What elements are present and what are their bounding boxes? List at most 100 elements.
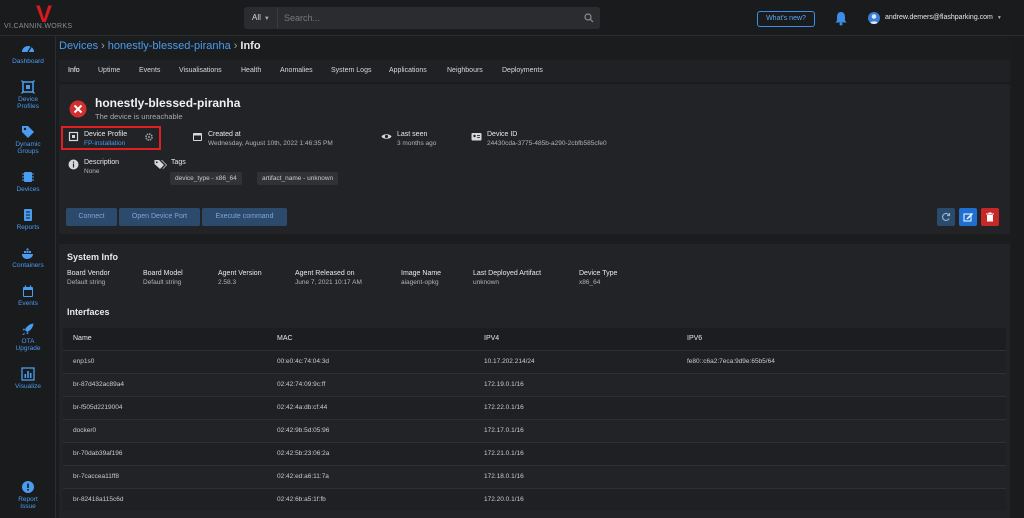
sidebar-item-reports[interactable]: Reports [0,208,56,231]
tab-uptime[interactable]: Uptime [98,60,120,82]
image-name-label: Image Name [401,270,442,277]
delete-button[interactable] [981,208,999,226]
table-row: br-82418a115c6d 02:42:6b:a5:1f:fb 172.20… [63,488,1006,511]
refresh-button[interactable] [937,208,955,226]
open-device-port-button[interactable]: Open Device Port [119,208,200,226]
tags-icon [154,160,167,169]
chevron-down-icon: ▼ [263,16,270,22]
device-profile-icon [21,80,35,94]
sidebar-item-label: Device Profiles [17,96,39,110]
breadcrumb-current: Info [240,40,261,52]
eye-icon [381,134,392,139]
breadcrumb-device[interactable]: honestly-blessed-piranha [108,40,231,52]
tab-info[interactable]: Info [68,60,80,82]
board-model-label: Board Model [143,270,183,277]
device-profile-icon [68,131,79,142]
cell-name: br-70dab39af196 [73,450,123,457]
sidebar-item-ota-upgrade[interactable]: OTA Upgrade [0,322,56,352]
sidebar-item-devices[interactable]: Devices [0,170,56,193]
cell-name: br-82418a115c6d [73,496,124,503]
sidebar-item-label: Devices [16,186,40,193]
trash-icon [986,212,994,222]
cell-ipv4: 172.18.0.1/16 [484,473,524,480]
breadcrumb-devices[interactable]: Devices [59,40,98,52]
report-icon [24,209,32,221]
tab-events[interactable]: Events [139,60,160,82]
cell-name: enp1s0 [73,358,95,365]
cell-ipv4: 172.17.0.1/16 [484,427,524,434]
last-artifact-label: Last Deployed Artifact [473,270,542,277]
system-info-field: Image Name aiagent-opkg [401,270,441,286]
bell-icon[interactable] [834,11,848,26]
system-info-field: Last Deployed Artifact unknown [473,270,541,286]
table-row: br-7caccea11ff8 02:42:ed:a6:11:7a 172.18… [63,465,1006,488]
device-profile-link[interactable]: FP-installation [84,140,125,147]
connect-button[interactable]: Connect [66,208,117,226]
system-info-panel: System Info Board Vendor Default string B… [59,244,1010,518]
sidebar-item-events[interactable]: Events [0,284,56,307]
cell-mac: 02:42:4a:db:cf:44 [277,404,328,411]
search-icon[interactable] [584,13,594,23]
search-scope-select[interactable]: All ▼ [244,7,278,29]
tab-anomalies[interactable]: Anomalies [280,60,313,82]
tab-neighbours[interactable]: Neighbours [447,60,483,82]
execute-command-button[interactable]: Execute command [202,208,287,226]
table-row: docker0 02:42:9b:5d:05:96 172.17.0.1/16 [63,419,1006,442]
chevron-down-icon: ▼ [996,15,1002,21]
user-menu[interactable]: andrew.demers@flashparking.com ▼ [868,11,1002,25]
sidebar-item-device-profiles[interactable]: Device Profiles [0,80,56,110]
sidebar-item-containers[interactable]: Containers [0,246,56,269]
tag-device-type[interactable]: device_type - x86_64 [170,172,242,185]
column-header-name: Name [73,335,92,342]
tab-bar: Info Uptime Events Visualisations Health… [59,60,1010,82]
board-vendor-value: Default string [67,279,106,286]
description-value: None [84,168,100,175]
cell-ipv4: 10.17.202.214/24 [484,358,535,365]
cell-mac: 02:42:9b:5d:05:96 [277,427,330,434]
sidebar-item-visualize[interactable]: Visualize [0,367,56,390]
edit-button[interactable] [959,208,977,226]
tab-health[interactable]: Health [241,60,261,82]
table-row: enp1s0 00:e0:4c:74:04:3d 10.17.202.214/2… [63,350,1006,373]
sidebar-item-label: Dynamic Groups [15,141,41,155]
tag-artifact-name[interactable]: artifact_name - unknown [257,172,339,185]
search-input[interactable] [284,10,564,26]
breadcrumb-separator: › [101,40,105,52]
tab-applications[interactable]: Applications [389,60,427,82]
sidebar-item-label: Visualize [15,383,41,390]
sidebar-item-dashboard[interactable]: Dashboard [0,42,56,65]
cell-name: br-f505d2219004 [73,404,123,411]
table-header: Name MAC IPV4 IPV6 [63,328,1006,350]
tab-visualisations[interactable]: Visualisations [179,60,222,82]
cell-name: br-87d432ac89a4 [73,381,124,388]
sidebar-item-label: Reports [16,224,40,231]
sidebar: Dashboard Device Profiles Dynamic Groups… [0,36,56,518]
cell-ipv4: 172.22.0.1/16 [484,404,524,411]
dashboard-icon [22,46,34,53]
sidebar-item-report-issue[interactable]: Report Issue [0,480,56,510]
board-model-value: Default string [143,279,182,286]
last-seen-label: Last seen [397,131,428,138]
cell-mac: 02:42:5b:23:06:2a [277,450,330,457]
search-scope-label: All [252,13,261,22]
sidebar-item-dynamic-groups[interactable]: Dynamic Groups [0,125,56,155]
cell-ipv4: 172.21.0.1/16 [484,450,524,457]
device-type-label: Device Type [579,270,618,277]
device-type-value: x86_64 [579,279,601,286]
gear-icon[interactable] [145,133,153,141]
tab-deployments[interactable]: Deployments [502,60,543,82]
cell-ipv4: 172.20.0.1/16 [484,496,524,503]
logo[interactable]: V VI.CANNIN.WORKS [4,2,94,32]
whats-new-button[interactable]: What's new? [757,11,815,27]
edit-icon [963,213,973,222]
sidebar-item-label: Containers [12,262,44,269]
system-info-field: Agent Version 2.58.3 [218,270,262,286]
system-info-field: Agent Released on June 7, 2021 10:17 AM [295,270,362,286]
user-email: andrew.demers@flashparking.com [885,14,993,21]
board-vendor-label: Board Vendor [67,270,110,277]
scrollbar[interactable] [1012,36,1024,518]
created-at-label: Created at [208,131,241,138]
tab-system-logs[interactable]: System Logs [331,60,371,82]
tags-label: Tags [171,159,186,166]
cell-ipv4: 172.19.0.1/16 [484,381,524,388]
